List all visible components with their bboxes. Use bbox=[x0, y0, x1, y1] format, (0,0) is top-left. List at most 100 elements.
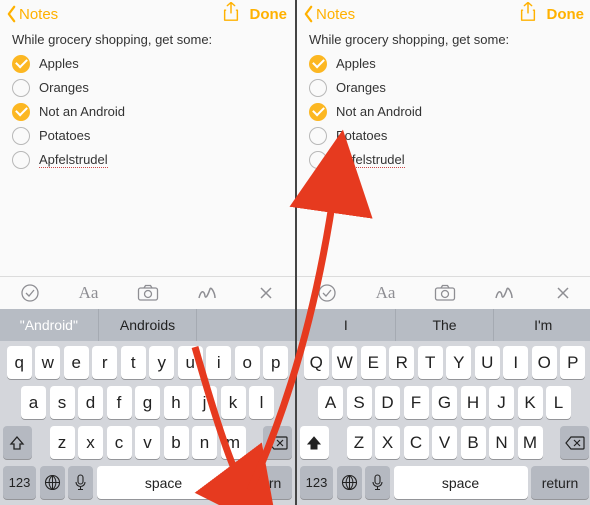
key-j[interactable]: j bbox=[192, 386, 217, 419]
key-l[interactable]: l bbox=[249, 386, 274, 419]
key-q[interactable]: Q bbox=[304, 346, 329, 379]
key-d[interactable]: d bbox=[78, 386, 103, 419]
key-y[interactable]: Y bbox=[446, 346, 471, 379]
camera-tool[interactable] bbox=[425, 277, 465, 309]
key-b[interactable]: B bbox=[461, 426, 486, 459]
checkbox-icon[interactable] bbox=[309, 127, 327, 145]
list-item[interactable]: Potatoes bbox=[12, 124, 283, 147]
key-e[interactable]: E bbox=[361, 346, 386, 379]
key-h[interactable]: h bbox=[164, 386, 189, 419]
suggestion-3[interactable]: I'm bbox=[494, 309, 590, 341]
key-k[interactable]: K bbox=[518, 386, 543, 419]
numbers-key[interactable]: 123 bbox=[3, 466, 36, 499]
globe-key[interactable] bbox=[40, 466, 65, 499]
key-p[interactable]: P bbox=[560, 346, 585, 379]
key-z[interactable]: z bbox=[50, 426, 75, 459]
key-b[interactable]: b bbox=[164, 426, 189, 459]
key-g[interactable]: G bbox=[432, 386, 457, 419]
key-s[interactable]: S bbox=[347, 386, 372, 419]
key-w[interactable]: w bbox=[35, 346, 60, 379]
key-s[interactable]: s bbox=[50, 386, 75, 419]
checkbox-icon[interactable] bbox=[12, 55, 30, 73]
key-v[interactable]: v bbox=[135, 426, 160, 459]
key-a[interactable]: A bbox=[318, 386, 343, 419]
key-i[interactable]: i bbox=[206, 346, 231, 379]
checkbox-icon[interactable] bbox=[12, 79, 30, 97]
camera-tool[interactable] bbox=[128, 277, 168, 309]
key-n[interactable]: N bbox=[489, 426, 514, 459]
key-o[interactable]: o bbox=[235, 346, 260, 379]
done-button[interactable]: Done bbox=[250, 6, 288, 23]
suggestion-1[interactable]: "Android" bbox=[0, 309, 99, 341]
checkbox-icon[interactable] bbox=[12, 127, 30, 145]
list-item[interactable]: Oranges bbox=[12, 76, 283, 99]
key-v[interactable]: V bbox=[432, 426, 457, 459]
checkbox-icon[interactable] bbox=[309, 55, 327, 73]
share-button[interactable] bbox=[519, 2, 537, 27]
checklist-tool[interactable] bbox=[10, 277, 50, 309]
key-j[interactable]: J bbox=[489, 386, 514, 419]
font-tool[interactable]: Aa bbox=[69, 277, 109, 309]
share-button[interactable] bbox=[222, 2, 240, 27]
done-button[interactable]: Done bbox=[547, 6, 585, 23]
note-body[interactable]: While grocery shopping, get some: Apples… bbox=[297, 30, 590, 196]
key-n[interactable]: n bbox=[192, 426, 217, 459]
sketch-tool[interactable] bbox=[187, 277, 227, 309]
checkbox-icon[interactable] bbox=[309, 151, 327, 169]
key-x[interactable]: X bbox=[375, 426, 400, 459]
list-item[interactable] bbox=[309, 172, 580, 195]
sketch-tool[interactable] bbox=[484, 277, 524, 309]
key-l[interactable]: L bbox=[546, 386, 571, 419]
space-key[interactable]: space bbox=[97, 466, 231, 499]
key-i[interactable]: I bbox=[503, 346, 528, 379]
key-f[interactable]: f bbox=[107, 386, 132, 419]
suggestion-1[interactable]: I bbox=[297, 309, 396, 341]
suggestion-2[interactable]: Androids bbox=[99, 309, 198, 341]
globe-key[interactable] bbox=[337, 466, 362, 499]
key-z[interactable]: Z bbox=[347, 426, 372, 459]
key-h[interactable]: H bbox=[461, 386, 486, 419]
key-m[interactable]: M bbox=[518, 426, 543, 459]
space-key[interactable]: space bbox=[394, 466, 528, 499]
key-m[interactable]: m bbox=[221, 426, 246, 459]
checkbox-icon[interactable] bbox=[12, 151, 30, 169]
key-g[interactable]: g bbox=[135, 386, 160, 419]
key-q[interactable]: q bbox=[7, 346, 32, 379]
close-tool[interactable] bbox=[543, 277, 583, 309]
note-body[interactable]: While grocery shopping, get some: Apples… bbox=[0, 30, 295, 172]
key-o[interactable]: O bbox=[532, 346, 557, 379]
suggestion-3[interactable] bbox=[197, 309, 295, 341]
backspace-key[interactable] bbox=[263, 426, 292, 459]
checklist-tool[interactable] bbox=[307, 277, 347, 309]
return-key[interactable]: return bbox=[531, 466, 589, 499]
backspace-key[interactable] bbox=[560, 426, 589, 459]
checkbox-icon[interactable] bbox=[309, 79, 327, 97]
key-r[interactable]: R bbox=[389, 346, 414, 379]
return-key[interactable]: return bbox=[234, 466, 292, 499]
key-a[interactable]: a bbox=[21, 386, 46, 419]
key-f[interactable]: F bbox=[404, 386, 429, 419]
close-tool[interactable] bbox=[246, 277, 286, 309]
key-t[interactable]: t bbox=[121, 346, 146, 379]
key-r[interactable]: r bbox=[92, 346, 117, 379]
key-y[interactable]: y bbox=[149, 346, 174, 379]
numbers-key[interactable]: 123 bbox=[300, 466, 333, 499]
shift-key[interactable] bbox=[3, 426, 32, 459]
key-u[interactable]: U bbox=[475, 346, 500, 379]
shift-key[interactable] bbox=[300, 426, 329, 459]
key-u[interactable]: u bbox=[178, 346, 203, 379]
key-c[interactable]: c bbox=[107, 426, 132, 459]
checkbox-icon[interactable] bbox=[309, 103, 327, 121]
list-item[interactable]: Potatoes bbox=[309, 124, 580, 147]
list-item[interactable]: Apples bbox=[12, 52, 283, 75]
key-t[interactable]: T bbox=[418, 346, 443, 379]
list-item[interactable]: Apfelstrudel bbox=[12, 148, 283, 171]
back-button[interactable]: Notes bbox=[301, 5, 355, 23]
checkbox-icon[interactable] bbox=[12, 103, 30, 121]
key-p[interactable]: p bbox=[263, 346, 288, 379]
key-c[interactable]: C bbox=[404, 426, 429, 459]
suggestion-2[interactable]: The bbox=[396, 309, 495, 341]
list-item[interactable]: Not an Android bbox=[309, 100, 580, 123]
font-tool[interactable]: Aa bbox=[366, 277, 406, 309]
back-button[interactable]: Notes bbox=[4, 5, 58, 23]
